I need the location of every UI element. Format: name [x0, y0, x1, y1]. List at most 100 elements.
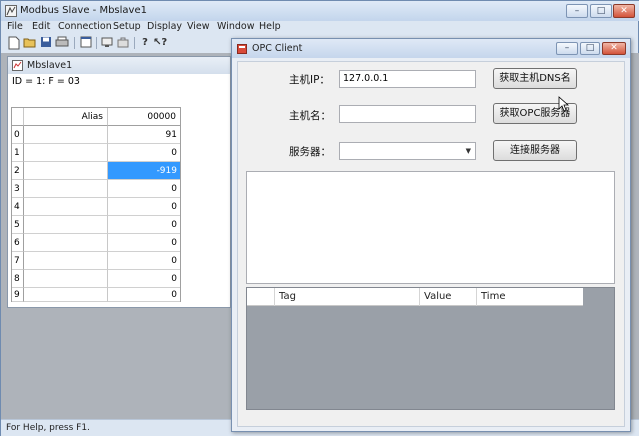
disconnect-icon[interactable]: [116, 36, 130, 50]
mouse-cursor-icon: [558, 96, 570, 112]
status-text: For Help, press F1.: [6, 423, 90, 433]
value-cell[interactable]: 0: [108, 180, 180, 198]
alias-cell[interactable]: [24, 198, 108, 216]
opc-app-icon: [237, 44, 247, 54]
alias-cell[interactable]: [24, 180, 108, 198]
opc-minimize-button[interactable]: –: [556, 42, 578, 55]
table-row: 8 0: [12, 270, 180, 288]
host-ip-field[interactable]: 127.0.0.1: [339, 70, 476, 88]
row-index: 5: [12, 216, 24, 234]
new-file-icon[interactable]: [7, 36, 21, 50]
toolbar-separator: [134, 37, 135, 49]
grid-corner-header: [12, 108, 24, 126]
alias-column-header: Alias: [24, 108, 108, 126]
alias-cell[interactable]: [24, 162, 108, 180]
slave-id-function-line: ID = 1: F = 03: [12, 76, 80, 87]
get-dns-name-button[interactable]: 获取主机DNS名: [493, 68, 577, 89]
host-name-field[interactable]: [339, 105, 476, 123]
alias-cell[interactable]: [24, 252, 108, 270]
alias-cell[interactable]: [24, 126, 108, 144]
log-output-box[interactable]: [246, 171, 615, 284]
value-cell[interactable]: 0: [108, 234, 180, 252]
opc-title-bar[interactable]: OPC Client – □ ✕: [232, 39, 630, 58]
value-cell-selected[interactable]: -919: [108, 162, 180, 180]
row-index: 8: [12, 270, 24, 288]
toolbar-separator: [74, 37, 75, 49]
main-minimize-button[interactable]: –: [566, 4, 588, 18]
menu-window[interactable]: Window: [217, 21, 254, 32]
host-ip-label: 主机IP：: [289, 74, 330, 86]
opc-items-list[interactable]: Tag Value Time: [246, 287, 615, 410]
row-index: 7: [12, 252, 24, 270]
value-cell[interactable]: 0: [108, 270, 180, 288]
host-name-label: 主机名：: [289, 110, 331, 122]
alias-cell[interactable]: [24, 270, 108, 288]
value-cell[interactable]: 91: [108, 126, 180, 144]
opc-maximize-button[interactable]: □: [580, 42, 600, 55]
value-column-header[interactable]: Value: [420, 288, 477, 306]
opc-client-window: OPC Client – □ ✕ 主机IP： 127.0.0.1 获取主机DNS…: [231, 38, 631, 432]
server-select[interactable]: ▼: [339, 142, 476, 160]
table-row: 7 0: [12, 252, 180, 270]
menu-bar: File Edit Connection Setup Display View …: [1, 21, 639, 35]
main-title-bar: Modbus Slave - Mbslave1 – □ ✕: [1, 1, 639, 21]
menu-setup[interactable]: Setup: [113, 21, 141, 32]
list-header-blank: [247, 288, 275, 306]
toolbar-separator: [96, 37, 97, 49]
main-maximize-button[interactable]: □: [590, 4, 612, 18]
main-close-button[interactable]: ✕: [613, 4, 635, 18]
menu-help[interactable]: Help: [259, 21, 281, 32]
value-cell[interactable]: 0: [108, 252, 180, 270]
modbus-slave-app-icon: [5, 5, 17, 17]
table-row: 9 0: [12, 288, 180, 302]
connect-server-button[interactable]: 连接服务器: [493, 140, 577, 161]
connect-icon[interactable]: [100, 36, 114, 50]
row-index: 3: [12, 180, 24, 198]
menu-view[interactable]: View: [187, 21, 210, 32]
menu-edit[interactable]: Edit: [32, 21, 50, 32]
row-index: 6: [12, 234, 24, 252]
alias-cell[interactable]: [24, 234, 108, 252]
time-column-header[interactable]: Time: [477, 288, 583, 306]
value-cell[interactable]: 0: [108, 216, 180, 234]
print-icon[interactable]: [55, 36, 69, 50]
mbslave-title: Mbslave1: [27, 60, 73, 71]
value-cell[interactable]: 0: [108, 288, 180, 302]
window-icon[interactable]: [79, 36, 93, 50]
mbslave-child-window: Mbslave1 ID = 1: F = 03 Alias 00000 0 91…: [7, 56, 231, 308]
table-row: 2 -919: [12, 162, 180, 180]
save-icon[interactable]: [39, 36, 53, 50]
address-column-header: 00000: [108, 108, 180, 126]
main-window-title: Modbus Slave - Mbslave1: [20, 5, 147, 16]
menu-display[interactable]: Display: [147, 21, 182, 32]
menu-connection[interactable]: Connection: [58, 21, 112, 32]
help-icon[interactable]: ?: [138, 36, 152, 50]
table-row: 4 0: [12, 198, 180, 216]
items-list-header: Tag Value Time: [247, 288, 583, 306]
table-row: 0 91: [12, 126, 180, 144]
main-window: Modbus Slave - Mbslave1 – □ ✕ File Edit …: [0, 0, 639, 436]
alias-cell[interactable]: [24, 288, 108, 302]
value-cell[interactable]: 0: [108, 198, 180, 216]
row-index: 4: [12, 198, 24, 216]
table-row: 3 0: [12, 180, 180, 198]
open-folder-icon[interactable]: [23, 36, 37, 50]
mbslave-title-bar[interactable]: Mbslave1: [8, 57, 230, 74]
chevron-down-icon[interactable]: ▼: [466, 143, 471, 159]
table-row: 5 0: [12, 216, 180, 234]
row-index: 2: [12, 162, 24, 180]
value-cell[interactable]: 0: [108, 144, 180, 162]
server-label: 服务器：: [289, 146, 331, 158]
opc-window-title: OPC Client: [252, 43, 303, 54]
menu-file[interactable]: File: [7, 21, 23, 32]
alias-cell[interactable]: [24, 144, 108, 162]
document-icon: [12, 60, 23, 71]
tag-column-header[interactable]: Tag: [275, 288, 420, 306]
context-help-icon[interactable]: ↖?: [153, 36, 167, 50]
opc-close-button[interactable]: ✕: [602, 42, 626, 55]
opc-client-body: 主机IP： 127.0.0.1 获取主机DNS名 主机名： 获取OPC服务器 服…: [237, 61, 625, 427]
row-index: 9: [12, 288, 24, 302]
table-row: 6 0: [12, 234, 180, 252]
alias-cell[interactable]: [24, 216, 108, 234]
row-index: 0: [12, 126, 24, 144]
